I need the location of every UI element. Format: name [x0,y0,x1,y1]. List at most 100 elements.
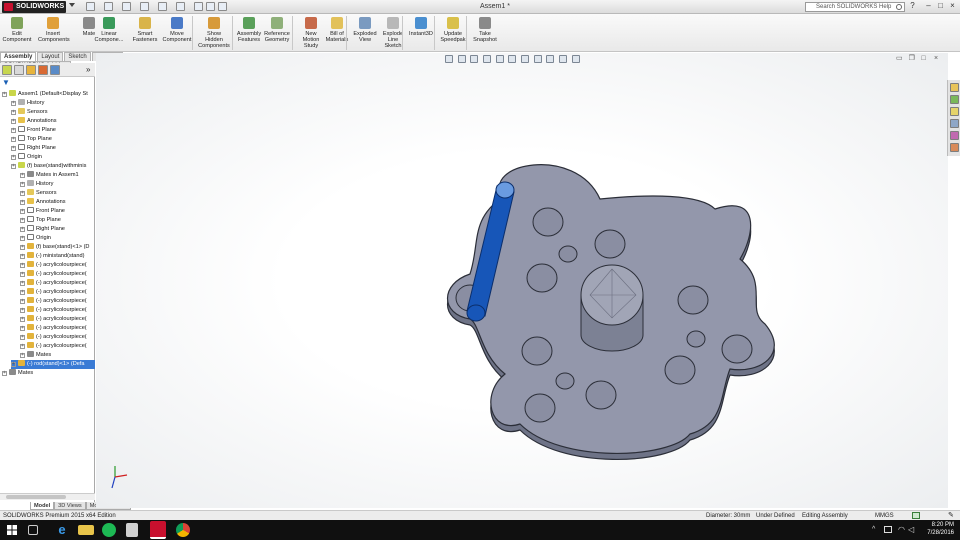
expand-toggle-icon[interactable]: + [11,119,16,124]
previous-view-icon[interactable] [470,55,479,63]
tree-item[interactable]: + (-) acrylicolourpiece( [20,288,95,297]
ribbon-button-12[interactable]: Explode Line Sketch [378,16,408,50]
file-explorer-taskbar-icon[interactable] [78,525,94,535]
print-icon[interactable] [140,2,149,11]
tab-1[interactable]: Layout [37,52,64,61]
expand-toggle-icon[interactable]: + [20,263,25,268]
tree-item[interactable]: + (f) base(stand)withminis [11,162,95,171]
tree-item[interactable]: + (-) acrylicolourpiece( [20,297,95,306]
expand-toggle-icon[interactable]: + [11,362,16,367]
tree-item[interactable]: + (-) acrylicolourpiece( [20,342,95,351]
expand-toggle-icon[interactable]: + [11,128,16,133]
tree-scrollbar[interactable] [0,493,95,500]
expand-toggle-icon[interactable]: + [20,317,25,322]
save-icon[interactable] [122,2,131,11]
tree-item[interactable]: + Top Plane [20,216,95,225]
tree-item[interactable]: + (-) acrylicolourpiece( [20,306,95,315]
expand-toggle-icon[interactable]: + [20,353,25,358]
expand-toggle-icon[interactable]: + [20,182,25,187]
options-icon[interactable] [218,2,227,11]
solidworks-logo[interactable]: SOLIDWORKS [2,1,75,13]
expand-toggle-icon[interactable]: + [11,101,16,106]
view-palette-icon[interactable] [950,119,959,128]
bottom-tab-1[interactable]: 3D Views [54,502,86,510]
filter-icon[interactable]: ▼ [2,79,10,87]
tree-item[interactable]: + (-) acrylicolourpiece( [20,333,95,342]
tree-item[interactable]: + Mates [20,351,95,360]
solidworks-taskbar-icon[interactable] [150,521,166,539]
dimxpert-tab-icon[interactable] [38,65,48,75]
restore-icon[interactable]: □ [936,2,945,11]
tree-item[interactable]: + Origin [20,234,95,243]
task-view-icon[interactable] [28,525,38,535]
ribbon-button-0[interactable]: Edit Component [2,16,32,50]
restore-viewport-icon[interactable]: ❐ [909,55,917,63]
expand-toggle-icon[interactable]: + [2,371,7,376]
tree-item[interactable]: + (-) acrylicolourpiece( [20,324,95,333]
tray-arrow-icon[interactable]: ^ [872,526,875,533]
section-view-icon[interactable] [483,55,492,63]
expand-toggle-icon[interactable]: + [20,344,25,349]
expand-toggle-icon[interactable]: + [11,155,16,160]
expand-toggle-icon[interactable]: + [20,236,25,241]
tree-item[interactable]: + Sensors [20,189,95,198]
help-toggle-icon[interactable] [912,512,920,519]
expand-toggle-icon[interactable]: + [20,281,25,286]
expand-toggle-icon[interactable]: + [20,209,25,214]
expand-toggle-icon[interactable]: + [20,200,25,205]
expand-toggle-icon[interactable]: + [20,191,25,196]
tree-item[interactable]: + (f) base(stand)<1> (D [20,243,95,252]
tree-item[interactable]: + (-) ministand(stand) [20,252,95,261]
tree-item[interactable]: + Annotations [11,117,95,126]
calculator-icon[interactable] [126,523,138,537]
ribbon-button-15[interactable]: Take Snapshot [470,16,500,50]
ribbon-button-5[interactable]: Move Component [162,16,192,50]
expand-toggle-icon[interactable]: + [11,110,16,115]
ribbon-button-7[interactable]: Assembly Features [234,16,264,50]
tree-item[interactable]: + Top Plane [11,135,95,144]
ribbon-button-6[interactable]: Show Hidden Components [198,16,230,50]
pencil-icon[interactable]: ✎ [948,512,956,520]
tree-item[interactable]: + History [20,180,95,189]
ribbon-button-10[interactable]: Bill of Materials [322,16,352,50]
appearances-icon[interactable] [950,131,959,140]
graphics-area[interactable] [96,53,948,508]
tree-item[interactable]: + (-) acrylicolourpiece( [20,279,95,288]
feature-manager-tab-icon[interactable] [2,65,12,75]
tab-2[interactable]: Sketch [64,52,91,61]
tree-item[interactable]: + Sensors [11,108,95,117]
expand-toggle-icon[interactable]: + [20,335,25,340]
ribbon-button-4[interactable]: Smart Fasteners [130,16,160,50]
expand-toggle-icon[interactable]: + [20,290,25,295]
file-properties-icon[interactable] [206,2,215,11]
tree-item[interactable]: + Right Plane [11,144,95,153]
expand-toggle-icon[interactable]: + [20,245,25,250]
expand-toggle-icon[interactable]: + [11,137,16,142]
view-orientation-icon[interactable] [508,55,517,63]
chrome-icon[interactable] [176,523,190,537]
open-file-icon[interactable] [104,2,113,11]
start-icon[interactable] [4,522,20,538]
display-style-icon[interactable] [521,55,530,63]
tree-item[interactable]: + History [11,99,95,108]
expand-toggle-icon[interactable]: + [2,92,7,97]
tree-item[interactable]: + Mates in Assem1 [20,171,95,180]
configuration-manager-tab-icon[interactable] [26,65,36,75]
tree-item[interactable]: + Front Plane [11,126,95,135]
design-library-icon[interactable] [950,95,959,104]
resources-icon[interactable] [950,83,959,92]
tab-0[interactable]: Assembly [0,52,37,61]
apply-scene-icon[interactable] [559,55,568,63]
edit-appearance-icon[interactable] [546,55,555,63]
tree-item[interactable]: + Annotations [20,198,95,207]
minimize-viewport-icon[interactable]: ▭ [896,55,904,63]
expand-toggle-icon[interactable]: + [20,254,25,259]
tree-item[interactable]: + Origin [11,153,95,162]
network-icon[interactable]: ◠ [898,525,905,534]
rebuild-icon[interactable] [194,2,203,11]
expand-arrow-icon[interactable]: » [86,65,90,74]
help-icon[interactable]: ? [908,2,917,11]
onedrive-icon[interactable] [884,526,892,533]
tree-item[interactable]: + (-) rod(stand)<1> (Defa [11,360,95,369]
expand-toggle-icon[interactable]: + [20,299,25,304]
